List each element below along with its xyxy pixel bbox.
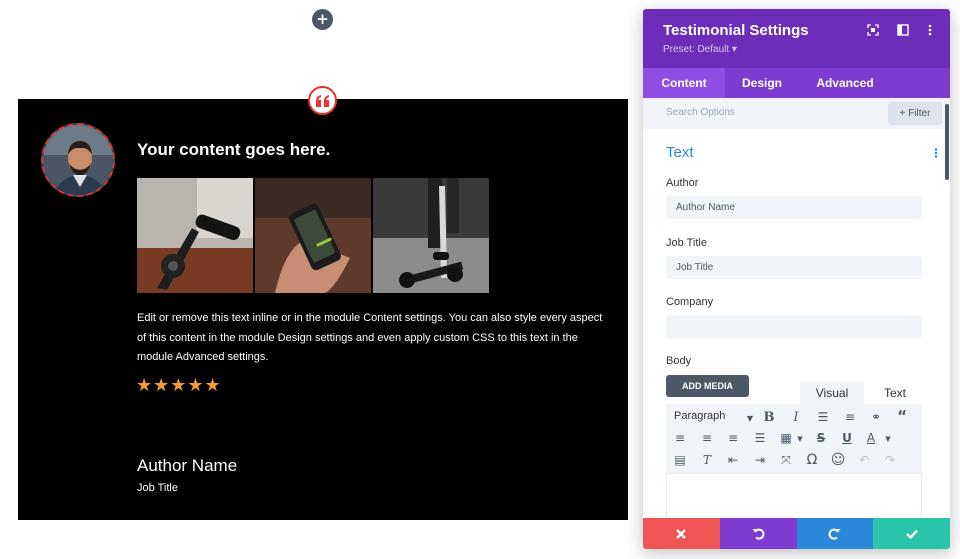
body-editor-area[interactable] (666, 473, 922, 523)
bold-icon[interactable]: B (761, 409, 777, 425)
preset-dropdown[interactable]: Preset: Default ▾ (663, 44, 737, 55)
text-color-icon[interactable]: A (863, 430, 879, 446)
author-field-label: Author (666, 177, 699, 189)
editor-tab-visual[interactable]: Visual (800, 382, 864, 404)
panel-scrollbar[interactable] (945, 104, 949, 180)
section-more-icon[interactable]: ⋮ (930, 147, 942, 159)
testimonial-heading: Your content goes here. (137, 140, 331, 159)
special-character-icon[interactable]: Ω (804, 452, 820, 468)
testimonial-author-name: Author Name (137, 456, 238, 475)
add-media-button[interactable]: ADD MEDIA (666, 375, 749, 397)
table-chevron-icon[interactable]: ▼ (792, 431, 808, 447)
emoji-icon[interactable]: ☺ (830, 452, 846, 468)
panel-tabs: Content Design Advanced (643, 68, 950, 98)
more-options-icon[interactable] (922, 22, 938, 38)
panel-title: Testimonial Settings (663, 22, 809, 39)
discard-button[interactable] (643, 518, 720, 549)
add-row-button[interactable]: + (312, 9, 333, 30)
panel-header[interactable]: Testimonial Settings Preset: Default ▾ (643, 9, 950, 68)
company-input[interactable] (666, 315, 922, 338)
clear-formatting-icon[interactable]: T (699, 452, 715, 468)
align-right-icon[interactable]: ≡ (725, 430, 741, 446)
align-center-icon[interactable]: ≡ (699, 430, 715, 446)
star-rating: ★★★★★ (136, 375, 222, 396)
tab-design[interactable]: Design (725, 68, 799, 98)
fullscreen-editor-icon[interactable]: ⤧ (778, 452, 794, 468)
paste-text-icon[interactable]: ▤ (672, 452, 688, 468)
italic-icon[interactable]: I (788, 409, 804, 425)
fullscreen-icon[interactable] (865, 22, 881, 38)
align-left-icon[interactable]: ≡ (672, 430, 688, 446)
chevron-down-icon[interactable]: ▼ (742, 410, 758, 426)
paragraph-format-select[interactable]: Paragraph (674, 410, 725, 422)
editor-toolbar: Paragraph ▼ B I ☰ ≡ ⚭ “ ≡ ≡ ≡ ☰ ▦ ▼ S U … (666, 404, 922, 473)
split-view-icon[interactable] (895, 22, 911, 38)
testimonial-body-text: Edit or remove this text inline or in th… (137, 312, 603, 363)
align-justify-icon[interactable]: ☰ (752, 430, 768, 446)
undo-editor-icon[interactable]: ↶ (856, 452, 872, 468)
body-field-label: Body (666, 355, 692, 367)
search-options-bar[interactable]: Search Options + Filter (643, 98, 950, 129)
undo-button[interactable] (719, 518, 797, 549)
section-title-text[interactable]: Text (666, 144, 694, 161)
underline-icon[interactable]: U (839, 430, 855, 446)
search-input[interactable]: Search Options (666, 107, 735, 118)
company-field-label: Company (666, 296, 714, 308)
outdent-icon[interactable]: ⇤ (725, 452, 741, 468)
link-icon[interactable]: ⚭ (868, 409, 884, 425)
quote-icon (308, 86, 337, 115)
tab-advanced[interactable]: Advanced (799, 68, 891, 98)
close-icon (676, 528, 687, 539)
editor-tab-text[interactable]: Text (868, 382, 922, 404)
text-color-chevron-icon[interactable]: ▼ (880, 431, 896, 447)
person-riding-scooter-photo (373, 178, 489, 293)
author-input[interactable]: Author Name (666, 196, 922, 219)
checkmark-icon (905, 529, 918, 539)
blockquote-icon[interactable]: “ (894, 407, 910, 425)
phone-in-hand-photo (255, 178, 371, 293)
job-title-input[interactable]: Job Title (666, 256, 922, 279)
filter-button[interactable]: + Filter (888, 102, 942, 125)
save-button[interactable] (873, 518, 950, 549)
settings-panel: Testimonial Settings Preset: Default ▾ C… (643, 9, 950, 549)
bullet-list-icon[interactable]: ☰ (815, 409, 831, 425)
tab-content[interactable]: Content (643, 68, 725, 98)
testimonial-job-title: Job Title (137, 482, 178, 494)
redo-editor-icon[interactable]: ↷ (882, 452, 898, 468)
undo-icon (752, 528, 765, 540)
strikethrough-icon[interactable]: S (813, 430, 829, 446)
job-title-field-label: Job Title (666, 237, 707, 249)
redo-icon (828, 528, 841, 540)
panel-footer (643, 518, 950, 549)
indent-icon[interactable]: ⇥ (752, 452, 768, 468)
numbered-list-icon[interactable]: ≡ (842, 409, 858, 425)
author-portrait-image (41, 123, 115, 197)
scooter-handlebar-photo (137, 178, 253, 293)
redo-button[interactable] (796, 518, 874, 549)
